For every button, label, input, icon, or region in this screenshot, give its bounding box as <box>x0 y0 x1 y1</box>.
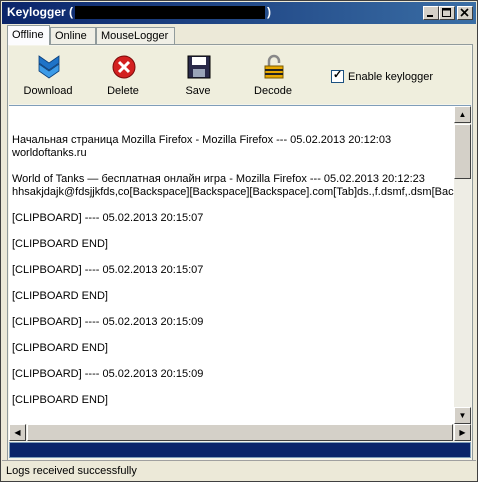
log-line: [CLIPBOARD END] <box>12 290 108 302</box>
download-button[interactable]: Download <box>16 54 80 102</box>
scroll-up-button[interactable]: ▲ <box>454 106 471 123</box>
log-line: [CLIPBOARD] ---- 05.02.2013 20:15:07 <box>12 264 204 276</box>
download-label: Download <box>23 85 73 97</box>
status-bar: Logs received successfully <box>2 460 476 481</box>
scroll-left-button[interactable]: ◀ <box>9 424 26 441</box>
floppy-disk-icon <box>187 55 211 79</box>
log-text: Начальная страница Mozilla Firefox - Moz… <box>12 134 454 407</box>
toolbar: Download Delete Save Decode ✓Enable keyl… <box>9 46 471 104</box>
log-line: hhsakjdajk@fdsjjkfds,co[Backspace][Backs… <box>12 186 454 198</box>
log-line: [CLIPBOARD] ---- 05.02.2013 20:15:09 <box>12 316 204 328</box>
maximize-icon <box>442 8 451 17</box>
log-textarea[interactable]: Начальная страница Mozilla Firefox - Moz… <box>9 105 471 424</box>
keylogger-window: Keylogger () Offline Online MouseLogger … <box>0 0 478 482</box>
progress-fill <box>10 443 470 457</box>
minimize-icon <box>427 15 433 17</box>
status-text: Logs received successfully <box>6 465 137 477</box>
log-line: [CLIPBOARD] ---- 05.02.2013 20:15:07 <box>12 212 204 224</box>
enable-keylogger-label: Enable keylogger <box>348 70 434 83</box>
checkbox-checked-icon <box>331 68 344 83</box>
delete-button[interactable]: Delete <box>91 54 155 102</box>
tab-offline[interactable]: Offline <box>7 25 50 45</box>
minimize-button[interactable] <box>423 6 439 20</box>
horizontal-scrollbar[interactable]: ◀ ▶ <box>9 424 471 441</box>
close-button[interactable] <box>457 6 473 20</box>
window-title-text: Keylogger ( <box>7 5 74 19</box>
delete-icon <box>112 55 136 79</box>
log-line: [CLIPBOARD END] <box>12 238 108 250</box>
title-bar[interactable]: Keylogger () <box>2 2 476 24</box>
log-line: Начальная страница Mozilla Firefox - Moz… <box>12 134 392 146</box>
close-icon <box>460 8 469 17</box>
decode-label: Decode <box>254 85 292 97</box>
maximize-button[interactable] <box>439 6 455 20</box>
offline-panel: Download Delete Save Decode ✓Enable keyl… <box>7 44 473 462</box>
padlock-icon <box>264 54 284 79</box>
redacted-block <box>75 6 266 20</box>
vertical-scrollbar[interactable]: ▲ ▼ <box>454 106 471 424</box>
decode-button[interactable]: Decode <box>241 54 305 102</box>
log-line: [CLIPBOARD END] <box>12 342 108 354</box>
log-line: World of Tanks — бесплатная онлайн игра … <box>12 173 425 185</box>
scroll-down-button[interactable]: ▼ <box>454 407 471 424</box>
enable-keylogger-checkbox[interactable]: Enable keylogger <box>331 68 434 83</box>
log-line: worldoftanks.ru <box>12 147 87 159</box>
log-line: [CLIPBOARD] ---- 05.02.2013 20:15:09 <box>12 368 204 380</box>
log-line: [CLIPBOARD END] <box>12 394 108 406</box>
save-label: Save <box>185 85 211 97</box>
vertical-scroll-thumb[interactable] <box>454 124 471 179</box>
save-button[interactable]: Save <box>166 54 230 102</box>
progress-bar <box>9 442 471 458</box>
horizontal-scroll-thumb[interactable] <box>27 424 453 441</box>
tab-mouselogger[interactable]: MouseLogger <box>96 27 175 44</box>
window-title-suffix: ) <box>267 5 272 19</box>
download-icon <box>38 55 60 79</box>
delete-label: Delete <box>107 85 139 97</box>
window-title: Keylogger () <box>7 5 272 20</box>
scroll-right-button[interactable]: ▶ <box>454 424 471 441</box>
tab-online[interactable]: Online <box>50 27 96 44</box>
